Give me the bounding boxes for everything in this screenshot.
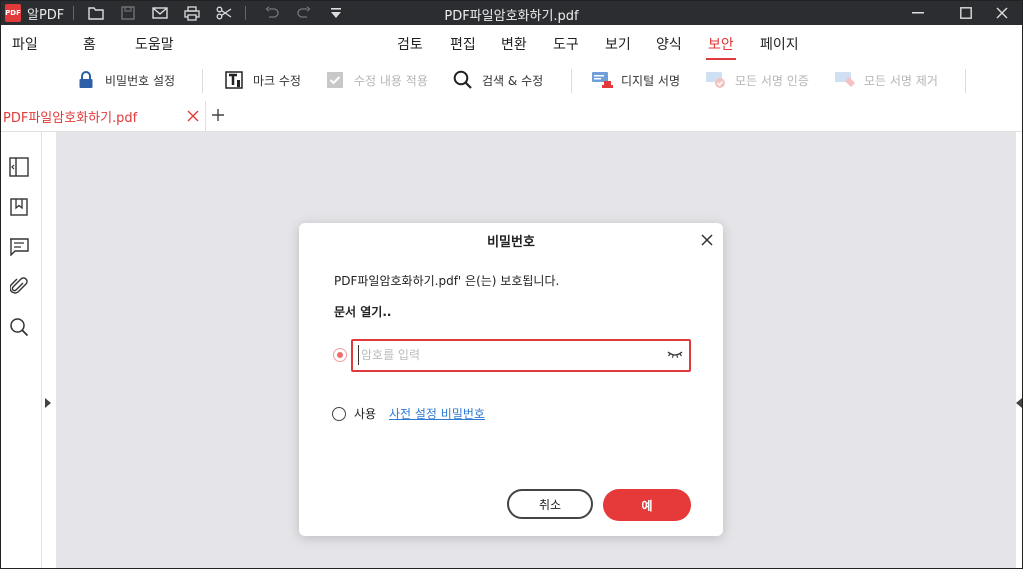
lock-icon [75,69,97,91]
show-password-eye-icon[interactable] [667,348,683,360]
panel-toggle-icon[interactable] [8,156,30,178]
comment-icon[interactable] [8,236,30,258]
menu-file[interactable]: 파일 [12,34,38,54]
search-panel-icon[interactable] [8,316,30,338]
search-edit-label: 검색 & 수정 [482,73,544,88]
dialog-close-icon[interactable] [699,232,715,248]
security-toolbar: 비밀번호 설정 마크 수정 수정 내용 적용 검색 & 수정 디지털 서명 모든… [1,61,1022,102]
bookmark-icon[interactable] [8,196,30,218]
menu-security[interactable]: 보안 [706,34,736,60]
toolbar-divider [571,69,572,93]
digital-signature-button[interactable]: 디지털 서명 [591,69,680,91]
tab-close-icon[interactable] [186,109,200,123]
left-sidebar [1,132,42,568]
search-edit-button[interactable]: 검색 & 수정 [452,69,543,91]
dialog-title: 비밀번호 [487,235,535,250]
title-divider [245,6,246,20]
ok-button[interactable]: 예 [603,489,691,521]
remove-all-signatures-button[interactable]: 모든 서명 제거 [834,69,938,91]
menu-convert[interactable]: 변환 [501,34,527,54]
window-close-button[interactable] [979,1,1022,25]
preset-password-link[interactable]: 사전 설정 비밀번호 [389,405,485,422]
digital-signature-label: 디지털 서명 [621,73,681,88]
verify-all-signatures-label: 모든 서명 인증 [735,73,809,88]
minimize-button[interactable] [895,1,941,25]
cancel-button[interactable]: 취소 [507,489,593,519]
use-label: 사용 [354,407,377,421]
menu-edit[interactable]: 편집 [450,34,476,54]
menu-review[interactable]: 검토 [397,34,423,54]
minimize-icon [912,12,924,14]
toolbar-divider [202,69,203,93]
expand-panel-arrow-icon[interactable] [45,398,51,408]
app-name: 알PDF [27,8,65,23]
menu-home[interactable]: 홈 [83,34,96,54]
quick-access-dropdown-icon[interactable] [327,4,345,22]
title-divider [73,6,74,20]
attachment-icon[interactable] [8,276,30,298]
verify-signature-icon [705,69,727,91]
open-folder-icon[interactable] [87,4,105,22]
digital-signature-icon [591,69,613,91]
remove-signature-icon [834,69,856,91]
checkbox-icon [324,69,346,91]
title-bar: PDF 알PDF PDF파일암호화하기.pdf [1,1,1022,25]
menu-forms[interactable]: 양식 [656,34,682,54]
app-logo: PDF [5,4,21,22]
password-field [351,339,691,372]
document-tab-bar: PDF파일암호화하기.pdf [1,101,1022,132]
password-settings-button[interactable]: 비밀번호 설정 [75,69,175,91]
mark-edit-button[interactable]: 마크 수정 [223,69,301,91]
right-panel-arrow-icon[interactable] [1016,398,1022,408]
menu-bar: 파일 홈 도움말 검토 편집 변환 도구 보기 양식 보안 페이지 [1,25,1022,61]
scissors-icon[interactable] [215,4,233,22]
password-settings-label: 비밀번호 설정 [105,73,176,88]
apply-edits-button[interactable]: 수정 내용 적용 [324,69,428,91]
menu-help[interactable]: 도움말 [135,34,174,54]
preset-password-radio[interactable] [332,407,346,421]
close-icon [996,7,1008,19]
menu-tools[interactable]: 도구 [553,34,579,54]
password-input[interactable] [358,345,661,365]
new-tab-icon[interactable] [209,106,227,124]
open-document-subtitle: 문서 열기.. [334,305,392,319]
remove-all-signatures-label: 모든 서명 제거 [864,73,938,88]
menu-page[interactable]: 페이지 [760,34,799,54]
app-window: PDF 알PDF PDF파일암호화하기.pdf 파일 홈 도움말 검토 편집 변… [0,0,1023,569]
toolbar-divider [965,69,966,93]
password-radio[interactable] [333,348,347,362]
mark-edit-label: 마크 수정 [253,73,301,88]
undo-icon[interactable] [263,4,281,22]
document-tab[interactable]: PDF파일암호화하기.pdf [1,101,206,131]
apply-edits-label: 수정 내용 적용 [354,73,428,88]
print-icon[interactable] [183,4,201,22]
text-mark-icon [223,69,245,91]
search-icon [452,69,474,91]
verify-all-signatures-button[interactable]: 모든 서명 인증 [705,69,809,91]
redo-icon[interactable] [295,4,313,22]
protected-message: PDF파일암호화하기.pdf' 은(는) 보호됩니다. [334,274,560,288]
password-dialog: 비밀번호 PDF파일암호화하기.pdf' 은(는) 보호됩니다. 문서 열기..… [299,223,723,536]
maximize-icon [960,7,972,19]
menu-view[interactable]: 보기 [605,34,631,54]
save-icon[interactable] [119,4,137,22]
document-tab-label: PDF파일암호화하기.pdf [3,111,138,126]
mail-icon[interactable] [151,4,169,22]
